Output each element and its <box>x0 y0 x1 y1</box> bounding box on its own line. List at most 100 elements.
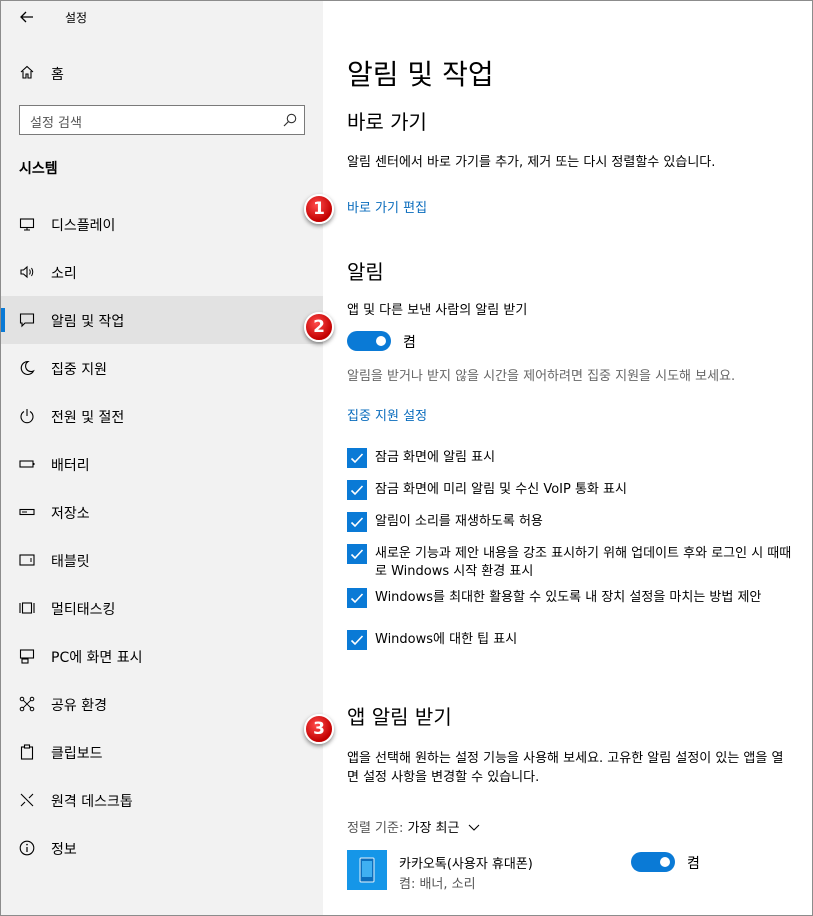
focus-assist-settings-link[interactable]: 집중 지원 설정 <box>347 405 427 424</box>
checkbox[interactable] <box>347 588 367 608</box>
app-name: 카카오톡(사용자 휴대폰) <box>399 857 533 872</box>
sidebar: 설정 홈 설정 검색 시스템 디스플레이 소리 알림 및 작업 집중 지원 전원… <box>1 1 323 915</box>
checkbox-label: Windows를 최대한 활용할 수 있도록 내 장치 설정을 마치는 방법 제… <box>375 590 762 605</box>
back-arrow-icon <box>20 11 33 23</box>
sidebar-item-display[interactable]: 디스플레이 <box>1 200 323 248</box>
app-notifications-description: 앱을 선택해 원하는 설정 기능을 사용해 보세요. 고유한 알림 설정이 있는… <box>347 751 784 785</box>
notifications-toggle-title: 앱 및 다른 보낸 사람의 알림 받기 <box>347 303 528 318</box>
home-icon <box>20 65 34 79</box>
notifications-toggle-state: 켬 <box>403 335 416 351</box>
checkbox[interactable] <box>347 630 367 650</box>
sidebar-section-title: 시스템 <box>19 161 58 177</box>
sidebar-item-label: 공유 환경 <box>51 698 107 714</box>
multitasking-icon <box>19 602 35 614</box>
sidebar-item-label: 배터리 <box>51 458 90 474</box>
sidebar-item-label: 전원 및 절전 <box>51 410 125 426</box>
app-toggle-state: 켬 <box>687 856 700 872</box>
monitor-icon <box>19 218 35 231</box>
phone-icon <box>359 857 375 883</box>
sidebar-item-remote-desktop[interactable]: 원격 데스크톱 <box>1 776 323 824</box>
remote-desktop-icon <box>20 793 34 807</box>
sidebar-item-power[interactable]: 전원 및 절전 <box>1 392 323 440</box>
search-input[interactable]: 설정 검색 <box>19 105 305 135</box>
chevron-down-icon <box>468 824 480 831</box>
project-icon <box>19 649 35 664</box>
sidebar-item-label: 원격 데스크톱 <box>51 794 133 810</box>
kakaotalk-app-icon <box>347 850 387 890</box>
sidebar-item-label: 클립보드 <box>51 746 103 762</box>
sidebar-item-clipboard[interactable]: 클립보드 <box>1 728 323 776</box>
checkmark-icon <box>350 485 364 496</box>
sidebar-item-sound[interactable]: 소리 <box>1 248 323 296</box>
speaker-icon <box>20 265 34 279</box>
sidebar-item-label: 멀티태스킹 <box>51 602 116 618</box>
checkbox-label: 잠금 화면에 알림 표시 <box>375 450 496 465</box>
sort-value: 가장 최근 <box>407 821 460 836</box>
sidebar-item-tablet[interactable]: 태블릿 <box>1 536 323 584</box>
sidebar-item-label: 태블릿 <box>51 554 90 570</box>
annotation-badge-1: 1 <box>304 194 334 224</box>
sidebar-nav: 디스플레이 소리 알림 및 작업 집중 지원 전원 및 절전 배터리 저장소 태… <box>1 200 323 872</box>
app-title: 설정 <box>65 11 88 25</box>
tablet-icon <box>19 554 35 566</box>
notifications-toggle[interactable] <box>347 331 391 351</box>
checkmark-icon <box>350 635 364 646</box>
sidebar-item-label: 디스플레이 <box>51 218 116 234</box>
focus-assist-description: 알림을 받거나 받지 않을 시간을 제어하려면 집중 지원을 시도해 보세요. <box>347 369 736 384</box>
app-notifications-heading: 앱 알림 받기 <box>347 705 452 729</box>
notification-icon <box>19 313 35 328</box>
checkbox-label: 알림이 소리를 재생하도록 허용 <box>375 514 543 529</box>
quick-actions-heading: 바로 가기 <box>347 110 427 134</box>
share-icon <box>19 696 35 712</box>
sort-dropdown[interactable]: 정렬 기준: 가장 최근 <box>347 817 480 836</box>
clipboard-icon <box>20 744 34 760</box>
sidebar-home[interactable]: 홈 <box>1 57 323 89</box>
quick-actions-description: 알림 센터에서 바로 가기를 추가, 제거 또는 다시 정렬할수 있습니다. <box>347 155 716 170</box>
app-row-kakaotalk[interactable]: 카카오톡(사용자 휴대폰) 켬: 배너, 소리 켬 <box>347 850 797 894</box>
sidebar-item-label: 집중 지원 <box>51 362 107 378</box>
title-bar: 설정 <box>1 1 323 33</box>
sidebar-item-notifications[interactable]: 알림 및 작업 <box>1 296 323 344</box>
page-title: 알림 및 작업 <box>347 58 494 91</box>
checkmark-icon <box>350 593 364 604</box>
sidebar-item-multitasking[interactable]: 멀티태스킹 <box>1 584 323 632</box>
sidebar-item-shared-experiences[interactable]: 공유 환경 <box>1 680 323 728</box>
info-icon <box>19 840 35 856</box>
app-toggle[interactable] <box>631 852 675 872</box>
storage-icon <box>19 508 35 516</box>
sidebar-item-label: 알림 및 작업 <box>51 314 125 330</box>
app-status: 켬: 배너, 소리 <box>399 877 476 892</box>
sidebar-item-battery[interactable]: 배터리 <box>1 440 323 488</box>
annotation-badge-3: 3 <box>304 714 334 744</box>
sidebar-item-about[interactable]: 정보 <box>1 824 323 872</box>
search-icon <box>283 113 297 127</box>
checkbox[interactable] <box>347 544 367 564</box>
checkbox-label: Windows에 대한 팁 표시 <box>375 632 518 647</box>
sidebar-item-project[interactable]: PC에 화면 표시 <box>1 632 323 680</box>
sidebar-item-focus-assist[interactable]: 집중 지원 <box>1 344 323 392</box>
settings-window: 설정 홈 설정 검색 시스템 디스플레이 소리 알림 및 작업 집중 지원 전원… <box>0 0 813 916</box>
back-button[interactable] <box>15 7 39 27</box>
checkbox-label: 잠금 화면에 미리 알림 및 수신 VoIP 통화 표시 <box>375 482 627 497</box>
checkbox[interactable] <box>347 448 367 468</box>
sidebar-home-label: 홈 <box>51 67 64 83</box>
moon-icon <box>20 360 35 375</box>
checkbox[interactable] <box>347 512 367 532</box>
checkmark-icon <box>350 517 364 528</box>
checkbox[interactable] <box>347 480 367 500</box>
notifications-heading: 알림 <box>347 260 384 284</box>
search-placeholder: 설정 검색 <box>30 116 82 131</box>
battery-icon <box>19 460 35 468</box>
power-icon <box>20 409 34 424</box>
annotation-badge-2: 2 <box>304 312 334 342</box>
sidebar-item-label: 소리 <box>51 266 77 282</box>
sidebar-item-label: 저장소 <box>51 506 90 522</box>
sort-label: 정렬 기준: <box>347 821 404 836</box>
sidebar-item-storage[interactable]: 저장소 <box>1 488 323 536</box>
edit-quick-actions-link[interactable]: 바로 가기 편집 <box>347 197 427 216</box>
sidebar-item-label: PC에 화면 표시 <box>51 650 143 666</box>
sidebar-item-label: 정보 <box>51 842 77 858</box>
checkmark-icon <box>350 549 364 560</box>
checkbox-label: 새로운 기능과 제안 내용을 강조 표시하기 위해 업데이트 후와 로그인 시 … <box>375 546 792 579</box>
checkmark-icon <box>350 453 364 464</box>
